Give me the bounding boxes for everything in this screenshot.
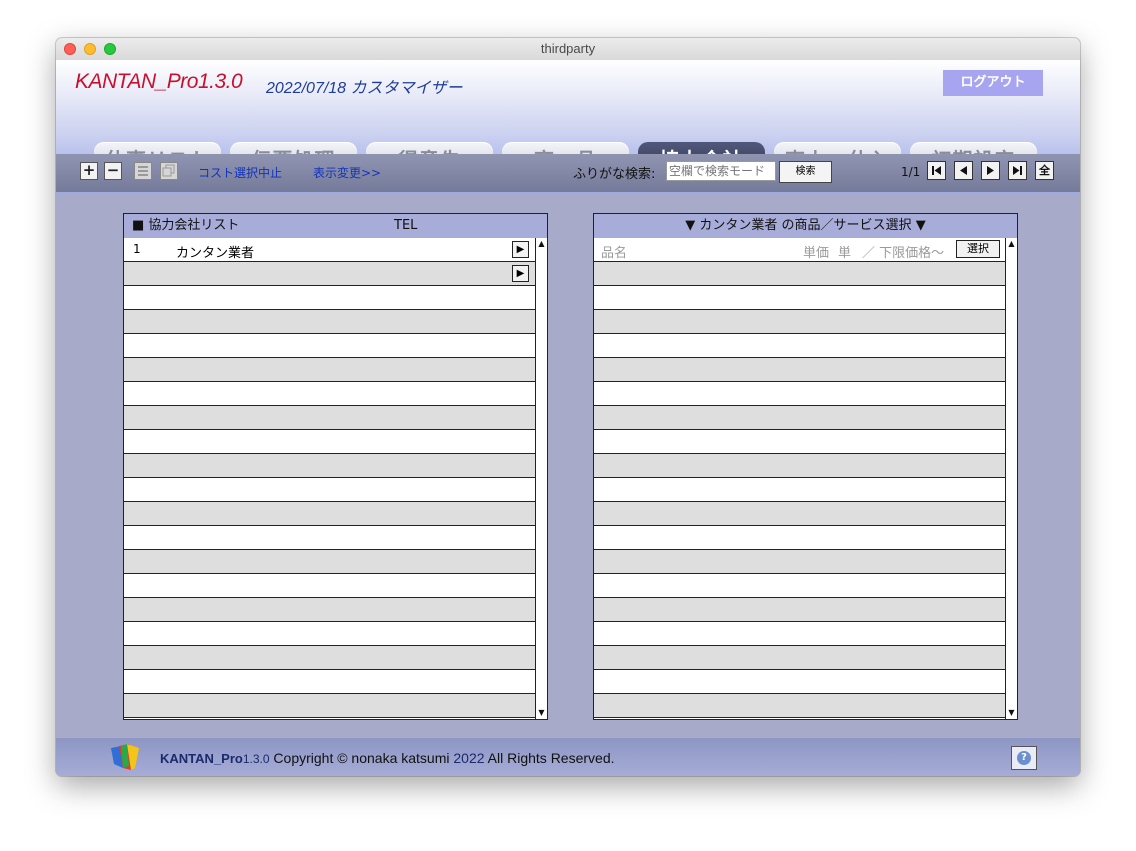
furigana-search-input[interactable] bbox=[666, 161, 776, 181]
table-row[interactable] bbox=[594, 598, 1005, 622]
help-button[interactable]: ? bbox=[1011, 746, 1037, 770]
table-row[interactable] bbox=[124, 430, 535, 454]
partner-products-panel: ▼ カンタン業者 の商品／サービス選択 ▼ 品名 単価単 ／ 下限価格〜 選択 ▲ ▼ bbox=[593, 213, 1018, 720]
duplicate-record-icon[interactable] bbox=[160, 162, 178, 180]
partner-list-panel: ■ 協力会社リスト TEL 1 カンタン業者 ▶ ▶ ▲ ▼ bbox=[123, 213, 548, 720]
app-subtitle: 2022/07/18 カスタマイザー bbox=[266, 80, 463, 97]
table-row[interactable] bbox=[124, 502, 535, 526]
list-view-icon[interactable] bbox=[134, 162, 152, 180]
unit-column-header: 単 bbox=[838, 246, 852, 261]
scroll-down-icon[interactable]: ▼ bbox=[1006, 707, 1017, 719]
scroll-up-icon[interactable]: ▲ bbox=[536, 238, 547, 250]
app-footer: KANTAN_Pro1.3.0 Copyright © nonaka katsu… bbox=[56, 738, 1080, 776]
partner-products-title: ▼ カンタン業者 の商品／サービス選択 ▼ bbox=[685, 218, 926, 233]
table-row[interactable]: 1 カンタン業者 ▶ bbox=[124, 238, 535, 262]
logout-button[interactable]: ログアウト bbox=[943, 70, 1043, 96]
footer-version: 1.3.0 bbox=[242, 752, 270, 766]
table-row[interactable] bbox=[124, 358, 535, 382]
partner-products-scrollbar[interactable]: ▲ ▼ bbox=[1005, 238, 1017, 719]
table-row[interactable] bbox=[594, 358, 1005, 382]
furigana-search-label: ふりがな検索: bbox=[573, 167, 656, 182]
table-row[interactable] bbox=[594, 550, 1005, 574]
table-row[interactable] bbox=[594, 622, 1005, 646]
partner-list-header: ■ 協力会社リスト TEL bbox=[124, 214, 547, 239]
table-row[interactable] bbox=[124, 454, 535, 478]
table-row[interactable] bbox=[594, 670, 1005, 694]
window-title: thirdparty bbox=[540, 41, 596, 56]
table-row[interactable] bbox=[124, 550, 535, 574]
table-row[interactable] bbox=[124, 622, 535, 646]
table-row[interactable] bbox=[124, 598, 535, 622]
table-row[interactable]: ▶ bbox=[124, 262, 535, 286]
table-row[interactable] bbox=[124, 406, 535, 430]
table-row[interactable] bbox=[124, 646, 535, 670]
table-row[interactable] bbox=[124, 382, 535, 406]
toolbar: + − コスト選択中止 表示変更>> ふりがな検索: 検索 1/1 全 bbox=[56, 154, 1080, 192]
table-row[interactable]: 品名 単価単 ／ 下限価格〜 選択 bbox=[594, 238, 1005, 262]
table-row[interactable] bbox=[594, 478, 1005, 502]
footer-copyright-text: Copyright © nonaka katsumi bbox=[273, 750, 450, 766]
partner-name: カンタン業者 bbox=[176, 246, 255, 261]
lower-price-column-header: ／ 下限価格〜 bbox=[862, 246, 945, 261]
add-record-button[interactable]: + bbox=[80, 162, 98, 180]
table-row[interactable] bbox=[594, 286, 1005, 310]
kantan-logo-icon bbox=[111, 744, 139, 770]
table-row[interactable] bbox=[124, 694, 535, 718]
show-all-button[interactable]: 全 bbox=[1035, 161, 1054, 180]
table-row[interactable] bbox=[124, 310, 535, 334]
footer-rights: All Rights Reserved. bbox=[487, 750, 615, 766]
tel-column-header: TEL bbox=[394, 218, 418, 233]
page-count: 1/1 bbox=[901, 165, 921, 179]
table-row[interactable] bbox=[124, 478, 535, 502]
table-row[interactable] bbox=[594, 262, 1005, 286]
table-row[interactable] bbox=[124, 574, 535, 598]
select-button[interactable]: 選択 bbox=[956, 240, 1000, 258]
prev-record-icon[interactable] bbox=[954, 161, 973, 180]
table-row[interactable] bbox=[594, 382, 1005, 406]
title-bar: thirdparty bbox=[56, 38, 1080, 61]
app-name: KANTAN_Pro1.3.0 bbox=[75, 70, 243, 93]
table-row[interactable] bbox=[594, 406, 1005, 430]
next-record-icon[interactable] bbox=[981, 161, 1000, 180]
partner-list-title: ■ 協力会社リスト bbox=[132, 218, 240, 233]
item-name-column-header: 品名 bbox=[601, 246, 628, 261]
first-record-icon[interactable] bbox=[927, 161, 946, 180]
scroll-up-icon[interactable]: ▲ bbox=[1006, 238, 1017, 250]
partner-products-header: ▼ カンタン業者 の商品／サービス選択 ▼ bbox=[594, 214, 1017, 239]
table-row[interactable] bbox=[594, 646, 1005, 670]
table-row[interactable] bbox=[594, 574, 1005, 598]
table-row[interactable] bbox=[594, 502, 1005, 526]
table-row[interactable] bbox=[594, 310, 1005, 334]
last-record-icon[interactable] bbox=[1008, 161, 1027, 180]
table-row[interactable] bbox=[124, 670, 535, 694]
partner-list-scrollbar[interactable]: ▲ ▼ bbox=[535, 238, 547, 719]
table-row[interactable] bbox=[594, 334, 1005, 358]
table-row[interactable] bbox=[124, 526, 535, 550]
footer-year: 2022 bbox=[453, 750, 485, 766]
app-window: thirdparty KANTAN_Pro1.3.0 2022/07/18 カス… bbox=[56, 38, 1080, 776]
open-detail-arrow-icon[interactable]: ▶ bbox=[512, 241, 529, 258]
help-icon: ? bbox=[1017, 751, 1031, 765]
footer-app-name: KANTAN_Pro bbox=[160, 751, 243, 766]
table-row[interactable] bbox=[124, 286, 535, 310]
table-row[interactable] bbox=[594, 694, 1005, 718]
display-change-link[interactable]: 表示変更>> bbox=[313, 164, 381, 181]
delete-record-button[interactable]: − bbox=[104, 162, 122, 180]
open-detail-arrow-icon[interactable]: ▶ bbox=[512, 265, 529, 282]
footer-copyright: KANTAN_Pro1.3.0 Copyright © nonaka katsu… bbox=[160, 750, 615, 766]
table-row[interactable] bbox=[594, 430, 1005, 454]
table-row[interactable] bbox=[594, 454, 1005, 478]
unit-price-column-header: 単価 bbox=[803, 246, 830, 261]
table-row[interactable] bbox=[124, 334, 535, 358]
row-number: 1 bbox=[133, 242, 141, 256]
table-row[interactable] bbox=[594, 526, 1005, 550]
search-button[interactable]: 検索 bbox=[779, 161, 832, 183]
cost-select-cancel-link[interactable]: コスト選択中止 bbox=[198, 164, 282, 181]
scroll-down-icon[interactable]: ▼ bbox=[536, 707, 547, 719]
